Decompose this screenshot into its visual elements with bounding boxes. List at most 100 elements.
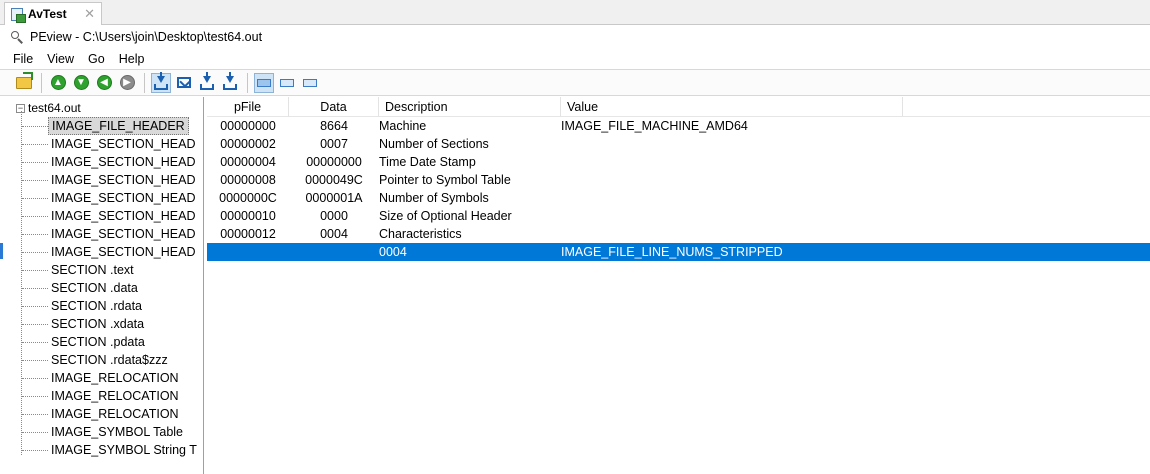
tree-connector bbox=[22, 269, 48, 271]
tree-item-label: IMAGE_RELOCATION bbox=[51, 407, 179, 421]
tree-connector bbox=[22, 305, 48, 307]
refresh-icon: ▶ bbox=[119, 75, 135, 90]
cell-description: Time Date Stamp bbox=[379, 155, 476, 169]
tree-item[interactable]: SECTION .text bbox=[22, 261, 137, 279]
cell-data: 0007 bbox=[320, 137, 348, 151]
table-row[interactable]: 00000004 00000000 Time Date Stamp bbox=[207, 153, 1150, 171]
tree-item[interactable]: IMAGE_SYMBOL Table bbox=[22, 423, 186, 441]
menu-view[interactable]: View bbox=[40, 52, 81, 66]
tree-connector bbox=[22, 143, 48, 145]
magnifier-icon bbox=[10, 30, 24, 44]
structure-tree[interactable]: − test64.out IMAGE_FILE_HEADER IMAGE_SECT… bbox=[8, 97, 204, 474]
tree-item[interactable]: IMAGE_SECTION_HEAD bbox=[22, 207, 198, 225]
table-row[interactable]: 00000010 0000 Size of Optional Header bbox=[207, 207, 1150, 225]
table-row[interactable]: 00000008 0000049C Pointer to Symbol Table bbox=[207, 171, 1150, 189]
column-header-value[interactable]: Value bbox=[561, 97, 903, 117]
column-header-pfile[interactable]: pFile bbox=[207, 97, 289, 117]
tree-item[interactable]: IMAGE_FILE_HEADER bbox=[22, 117, 189, 135]
cell-pfile: 00000010 bbox=[220, 209, 276, 223]
mail-button[interactable] bbox=[174, 73, 194, 93]
tree-item[interactable]: IMAGE_SECTION_HEAD bbox=[22, 243, 198, 261]
column-header-description[interactable]: Description bbox=[379, 97, 561, 117]
cell-pfile: 00000000 bbox=[220, 119, 276, 133]
details-table[interactable]: pFile Data Description Value 00000000 866… bbox=[207, 97, 1150, 474]
tree-connector bbox=[22, 377, 48, 379]
tree-item[interactable]: SECTION .xdata bbox=[22, 315, 147, 333]
table-row[interactable]: 00000012 0004 Characteristics bbox=[207, 225, 1150, 243]
tree-item[interactable]: SECTION .pdata bbox=[22, 333, 148, 351]
open-file-icon bbox=[16, 71, 33, 89]
tree-item-label: IMAGE_SECTION_HEAD bbox=[51, 227, 196, 241]
table-row[interactable]: 0004 IMAGE_FILE_LINE_NUMS_STRIPPED bbox=[207, 243, 1150, 261]
refresh-button[interactable]: ▶ bbox=[117, 73, 137, 93]
tree-item-label: IMAGE_FILE_HEADER bbox=[48, 117, 189, 135]
tree-item[interactable]: SECTION .data bbox=[22, 279, 141, 297]
menu-file[interactable]: File bbox=[6, 52, 40, 66]
menu-help[interactable]: Help bbox=[112, 52, 152, 66]
tree-item-label: SECTION .rdata$zzz bbox=[51, 353, 168, 367]
forward-button[interactable]: ▼ bbox=[71, 73, 91, 93]
up-button[interactable]: ◀ bbox=[94, 73, 114, 93]
download-button[interactable] bbox=[151, 71, 171, 93]
table-row[interactable]: 00000002 0007 Number of Sections bbox=[207, 135, 1150, 153]
tree-item-label: IMAGE_SECTION_HEAD bbox=[51, 137, 196, 151]
toolbar-separator bbox=[247, 72, 248, 93]
toolbar-separator bbox=[41, 72, 42, 93]
cell-pfile: 00000002 bbox=[220, 137, 276, 151]
tree-root[interactable]: − test64.out bbox=[16, 99, 81, 117]
view-byte-button[interactable] bbox=[254, 72, 274, 93]
cell-value: IMAGE_FILE_MACHINE_AMD64 bbox=[561, 119, 748, 133]
back-icon: ▲ bbox=[50, 75, 66, 90]
tree-item[interactable]: IMAGE_SECTION_HEAD bbox=[22, 135, 198, 153]
tree-connector bbox=[22, 215, 48, 217]
tree-item[interactable]: SECTION .rdata$zzz bbox=[22, 351, 171, 369]
close-icon[interactable]: ✕ bbox=[84, 6, 95, 22]
tree-item[interactable]: IMAGE_RELOCATION bbox=[22, 387, 182, 405]
tree-item-label: SECTION .rdata bbox=[51, 299, 142, 313]
view-word-icon bbox=[280, 78, 294, 87]
open-file-button[interactable] bbox=[14, 71, 34, 93]
tree-item[interactable]: IMAGE_SYMBOL String T bbox=[22, 441, 200, 459]
tree-root-label: test64.out bbox=[28, 101, 81, 115]
tree-item-label: IMAGE_SECTION_HEAD bbox=[51, 155, 196, 169]
menu-go[interactable]: Go bbox=[81, 52, 112, 66]
download-next-button[interactable] bbox=[220, 71, 240, 93]
menu-bar: File View Go Help bbox=[0, 48, 1150, 69]
table-row[interactable]: 0000000C 0000001A Number of Symbols bbox=[207, 189, 1150, 207]
tree-item-label: SECTION .pdata bbox=[51, 335, 145, 349]
download-prev-button[interactable] bbox=[197, 71, 217, 93]
tree-item-label: IMAGE_SECTION_HEAD bbox=[51, 209, 196, 223]
cell-description: Pointer to Symbol Table bbox=[379, 173, 511, 187]
table-row[interactable]: 00000000 8664 Machine IMAGE_FILE_MACHINE_AM… bbox=[207, 117, 1150, 135]
tree-item[interactable]: IMAGE_SECTION_HEAD bbox=[22, 189, 198, 207]
tree-connector bbox=[22, 359, 48, 361]
tree-item-label: IMAGE_SYMBOL String T bbox=[51, 443, 197, 457]
view-byte-icon bbox=[257, 78, 271, 87]
tree-item[interactable]: SECTION .rdata bbox=[22, 297, 145, 315]
toolbar-separator bbox=[144, 72, 145, 93]
window-title: PEview - C:\Users\join\Desktop\test64.ou… bbox=[30, 30, 263, 44]
tree-item-label: SECTION .text bbox=[51, 263, 134, 277]
tree-item[interactable]: IMAGE_SECTION_HEAD bbox=[22, 153, 198, 171]
tree-item[interactable]: IMAGE_RELOCATION bbox=[22, 369, 182, 387]
tree-connector bbox=[22, 431, 48, 433]
column-header-data[interactable]: Data bbox=[289, 97, 379, 117]
tree-item-label: SECTION .data bbox=[51, 281, 138, 295]
window-title-bar: PEview - C:\Users\join\Desktop\test64.ou… bbox=[0, 26, 1150, 48]
tree-item[interactable]: IMAGE_SECTION_HEAD bbox=[22, 171, 198, 189]
view-dword-button[interactable] bbox=[300, 73, 320, 93]
cell-data: 8664 bbox=[320, 119, 348, 133]
cell-description: Number of Sections bbox=[379, 137, 489, 151]
tree-connector bbox=[22, 233, 48, 235]
tree-item[interactable]: IMAGE_RELOCATION bbox=[22, 405, 182, 423]
tab-label: AvTest bbox=[28, 7, 67, 21]
download-prev-icon bbox=[200, 71, 214, 90]
cell-description: 0004 bbox=[379, 245, 407, 259]
tree-item-label: IMAGE_SYMBOL Table bbox=[51, 425, 184, 439]
back-button[interactable]: ▲ bbox=[48, 73, 68, 93]
cell-data: 0000049C bbox=[305, 173, 363, 187]
view-word-button[interactable] bbox=[277, 73, 297, 93]
tree-item-label: IMAGE_RELOCATION bbox=[51, 389, 179, 403]
tab-avtest[interactable]: AvTest ✕ bbox=[4, 2, 102, 25]
tree-item[interactable]: IMAGE_SECTION_HEAD bbox=[22, 225, 198, 243]
